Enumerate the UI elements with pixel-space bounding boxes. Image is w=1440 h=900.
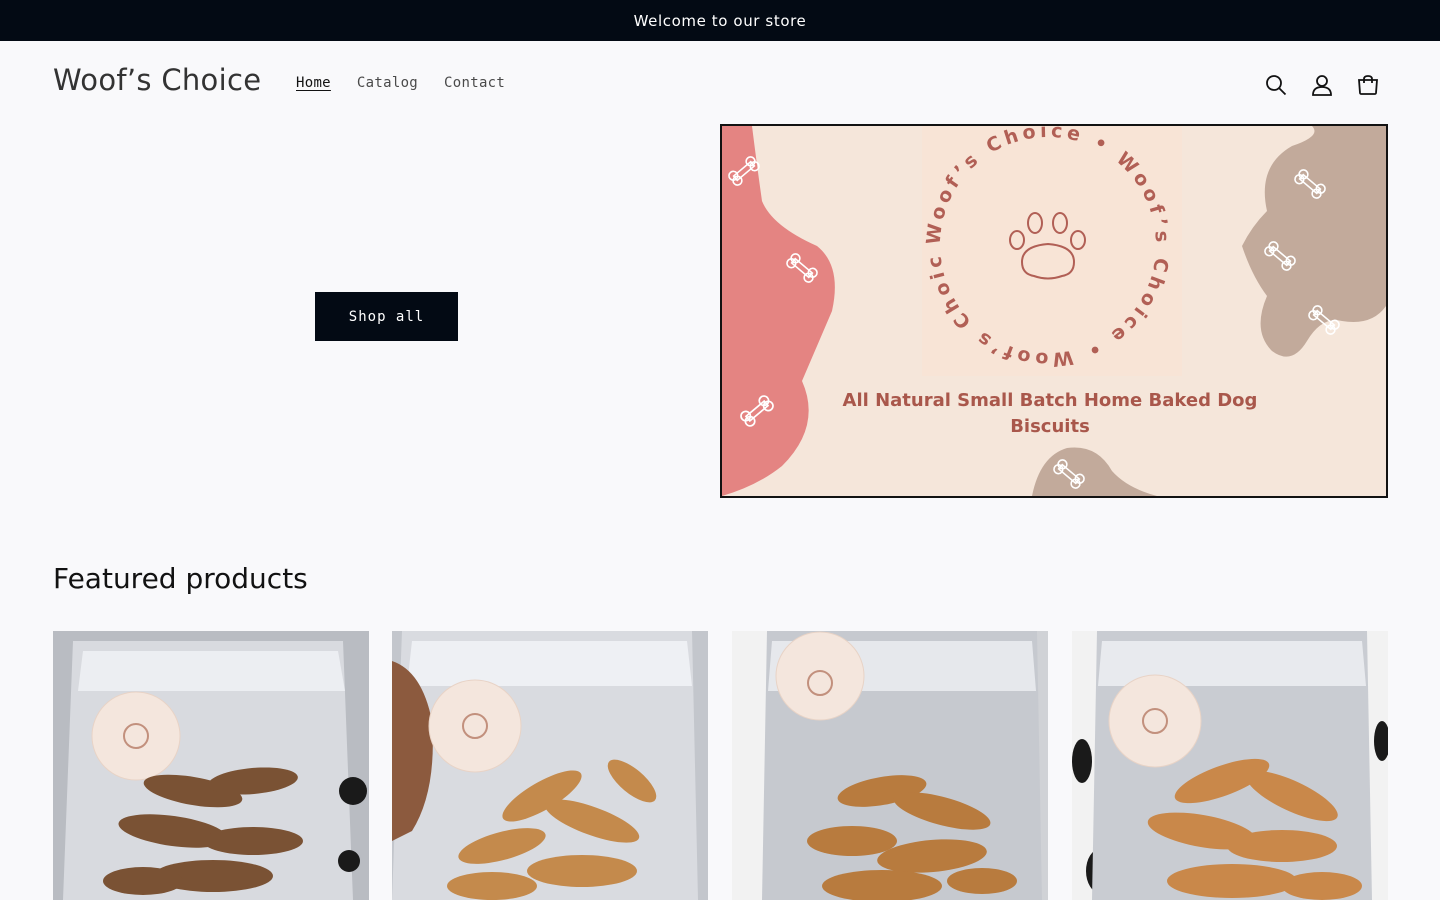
product-card-2[interactable] bbox=[392, 631, 708, 900]
nav-home[interactable]: Home bbox=[296, 75, 331, 91]
hero-banner-art: Woof’s Choice • Woof’s Choice • Woof’s C… bbox=[722, 126, 1386, 496]
nav-contact[interactable]: Contact bbox=[444, 75, 505, 91]
product-card-4[interactable] bbox=[1072, 631, 1388, 900]
product-card-3[interactable] bbox=[732, 631, 1048, 900]
hero-text-area: Shop all bbox=[0, 125, 720, 498]
hero-banner-image: Woof’s Choice • Woof’s Choice • Woof’s C… bbox=[720, 124, 1388, 498]
store-logo[interactable]: Woof’s Choice bbox=[53, 63, 261, 97]
search-icon[interactable] bbox=[1262, 71, 1290, 99]
product-image-3 bbox=[732, 631, 1048, 900]
tagline-line-1: All Natural Small Batch Home Baked Dog bbox=[842, 390, 1258, 411]
product-image-2 bbox=[392, 631, 708, 900]
product-image-4 bbox=[1072, 631, 1388, 900]
nav-catalog[interactable]: Catalog bbox=[357, 75, 418, 91]
tagline-line-2: Biscuits bbox=[1010, 416, 1090, 437]
main-nav: Home Catalog Contact bbox=[296, 75, 531, 91]
header-icons bbox=[1262, 71, 1400, 99]
announcement-text: Welcome to our store bbox=[633, 11, 807, 30]
product-image-1 bbox=[53, 631, 369, 900]
featured-products-title: Featured products bbox=[53, 562, 308, 595]
shop-all-button[interactable]: Shop all bbox=[315, 292, 458, 341]
cart-icon[interactable] bbox=[1354, 71, 1382, 99]
product-card-1[interactable] bbox=[53, 631, 369, 900]
announcement-bar: Welcome to our store bbox=[0, 0, 1440, 41]
hero-tagline: All Natural Small Batch Home Baked Dog B… bbox=[722, 388, 1378, 440]
account-icon[interactable] bbox=[1308, 71, 1336, 99]
site-header: Woof’s Choice Home Catalog Contact bbox=[0, 41, 1440, 125]
